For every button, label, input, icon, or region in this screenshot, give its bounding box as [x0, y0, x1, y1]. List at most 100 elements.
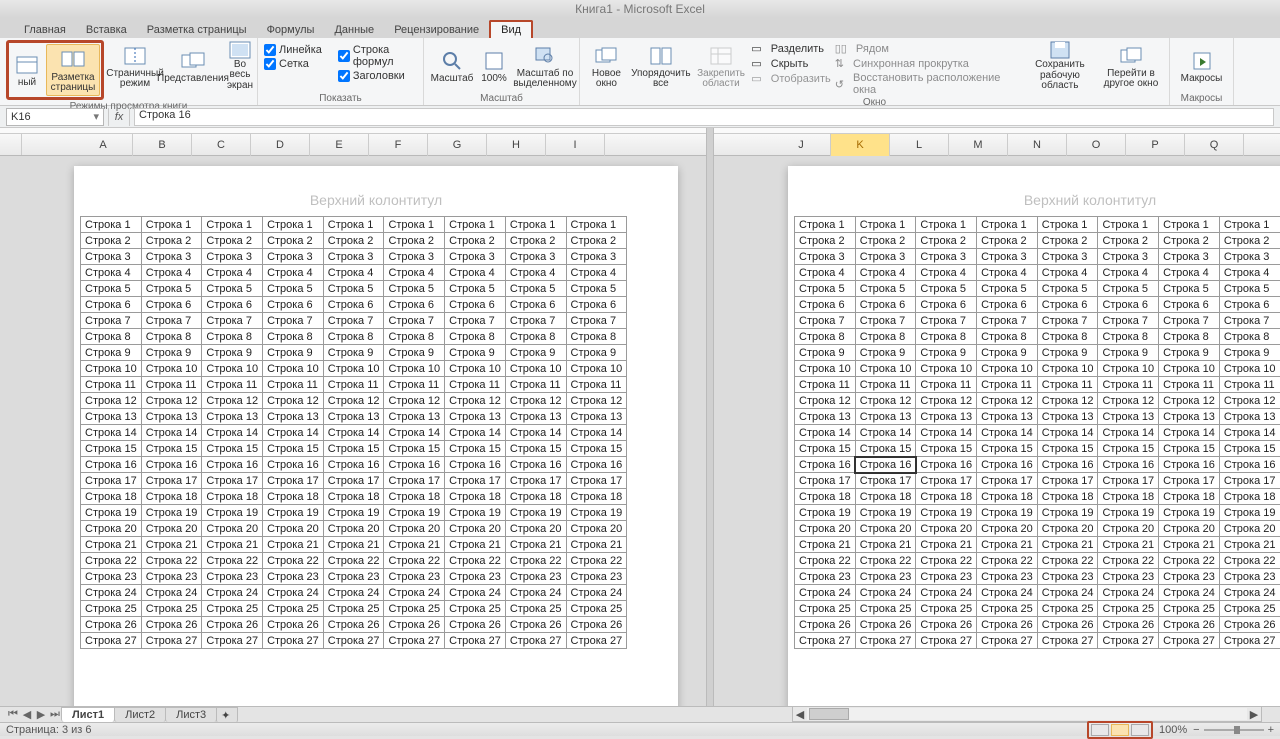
cell[interactable]: Строка 27	[1037, 633, 1098, 649]
cell[interactable]: Строка 5	[1037, 281, 1098, 297]
cell[interactable]: Строка 19	[977, 505, 1038, 521]
cell[interactable]: Строка 2	[263, 233, 324, 249]
cell[interactable]: Строка 20	[505, 521, 566, 537]
cell[interactable]: Строка 27	[916, 633, 977, 649]
cell[interactable]: Строка 12	[505, 393, 566, 409]
cell[interactable]: Строка 13	[1037, 409, 1098, 425]
cell[interactable]: Строка 27	[445, 633, 506, 649]
table-row[interactable]: Строка 8Строка 8Строка 8Строка 8Строка 8…	[795, 329, 1280, 345]
cell[interactable]: Строка 10	[384, 361, 445, 377]
table-row[interactable]: Строка 6Строка 6Строка 6Строка 6Строка 6…	[795, 297, 1280, 313]
scroll-thumb[interactable]	[809, 708, 849, 720]
tab-view[interactable]: Вид	[489, 20, 533, 38]
btn-zoom[interactable]: Масштаб	[430, 40, 474, 92]
cell[interactable]: Строка 26	[81, 617, 142, 633]
cell[interactable]: Строка 27	[566, 633, 627, 649]
col-header-F[interactable]: F	[369, 134, 428, 156]
cell[interactable]: Строка 18	[1219, 489, 1280, 505]
cell[interactable]: Строка 10	[1098, 361, 1159, 377]
cell[interactable]: Строка 20	[323, 521, 384, 537]
btn-zoom-100[interactable]: 100%	[478, 40, 510, 92]
cell[interactable]: Строка 24	[916, 585, 977, 601]
cell[interactable]: Строка 4	[1098, 265, 1159, 281]
cell[interactable]: Строка 22	[566, 553, 627, 569]
view-page-break-btn[interactable]	[1131, 724, 1149, 736]
select-all-corner[interactable]	[0, 134, 22, 155]
cell[interactable]: Строка 2	[323, 233, 384, 249]
cell[interactable]: Строка 16	[916, 457, 977, 473]
cell[interactable]: Строка 1	[1037, 217, 1098, 233]
cell[interactable]: Строка 17	[81, 473, 142, 489]
cell[interactable]: Строка 25	[566, 601, 627, 617]
cell[interactable]: Строка 9	[81, 345, 142, 361]
cell[interactable]: Строка 21	[1159, 537, 1220, 553]
cell[interactable]: Строка 12	[566, 393, 627, 409]
cell[interactable]: Строка 27	[141, 633, 202, 649]
cell[interactable]: Строка 17	[263, 473, 324, 489]
table-row[interactable]: Строка 24Строка 24Строка 24Строка 24Стро…	[81, 585, 627, 601]
cell[interactable]: Строка 25	[81, 601, 142, 617]
table-row[interactable]: Строка 23Строка 23Строка 23Строка 23Стро…	[795, 569, 1280, 585]
cell[interactable]: Строка 9	[1219, 345, 1280, 361]
zoom-in-icon[interactable]: +	[1268, 724, 1274, 736]
col-header-M[interactable]: M	[949, 134, 1008, 156]
cell[interactable]: Строка 19	[795, 505, 856, 521]
cell[interactable]: Строка 24	[263, 585, 324, 601]
cell[interactable]: Строка 24	[795, 585, 856, 601]
cell[interactable]: Строка 8	[566, 329, 627, 345]
data-table-left[interactable]: Строка 1Строка 1Строка 1Строка 1Строка 1…	[80, 216, 627, 649]
cell[interactable]: Строка 9	[795, 345, 856, 361]
cell[interactable]: Строка 3	[855, 249, 916, 265]
table-row[interactable]: Строка 17Строка 17Строка 17Строка 17Стро…	[81, 473, 627, 489]
cell[interactable]: Строка 26	[505, 617, 566, 633]
cell[interactable]: Строка 19	[445, 505, 506, 521]
cell[interactable]: Строка 13	[141, 409, 202, 425]
btn-unhide[interactable]: ▭ Отобразить	[751, 72, 830, 85]
cell[interactable]: Строка 27	[1219, 633, 1280, 649]
dropdown-icon[interactable]: ▾	[93, 110, 99, 123]
cell[interactable]: Строка 24	[566, 585, 627, 601]
cell[interactable]: Строка 7	[202, 313, 263, 329]
cell[interactable]: Строка 11	[916, 377, 977, 393]
cell[interactable]: Строка 21	[323, 537, 384, 553]
cell[interactable]: Строка 16	[795, 457, 856, 473]
cell[interactable]: Строка 16	[263, 457, 324, 473]
tab-formulas[interactable]: Формулы	[257, 22, 325, 38]
cell[interactable]: Строка 1	[81, 217, 142, 233]
formula-input[interactable]: Строка 16	[134, 108, 1274, 126]
cell[interactable]: Строка 11	[81, 377, 142, 393]
cell[interactable]: Строка 10	[202, 361, 263, 377]
cell[interactable]: Строка 13	[795, 409, 856, 425]
cell[interactable]: Строка 22	[916, 553, 977, 569]
cell[interactable]: Строка 2	[505, 233, 566, 249]
cell[interactable]: Строка 21	[1098, 537, 1159, 553]
cell[interactable]: Строка 16	[977, 457, 1038, 473]
cell[interactable]: Строка 8	[855, 329, 916, 345]
chk-grid[interactable]: Сетка	[264, 58, 322, 70]
cell[interactable]: Строка 8	[1037, 329, 1098, 345]
chk-headings[interactable]: Заголовки	[338, 70, 417, 82]
table-row[interactable]: Строка 26Строка 26Строка 26Строка 26Стро…	[81, 617, 627, 633]
cell[interactable]: Строка 24	[977, 585, 1038, 601]
cell[interactable]: Строка 14	[977, 425, 1038, 441]
cell[interactable]: Строка 5	[505, 281, 566, 297]
cell[interactable]: Строка 19	[505, 505, 566, 521]
cell[interactable]: Строка 8	[1159, 329, 1220, 345]
cell[interactable]: Строка 3	[384, 249, 445, 265]
sheet-tab-1[interactable]: Лист1	[61, 707, 115, 722]
cell[interactable]: Строка 1	[1219, 217, 1280, 233]
cell[interactable]: Строка 8	[1098, 329, 1159, 345]
sheet-tab-2[interactable]: Лист2	[114, 707, 166, 722]
cell[interactable]: Строка 17	[1098, 473, 1159, 489]
cell[interactable]: Строка 24	[505, 585, 566, 601]
cell[interactable]: Строка 22	[795, 553, 856, 569]
btn-custom-views[interactable]: Представления	[166, 40, 220, 92]
cell[interactable]: Строка 15	[795, 441, 856, 457]
cell[interactable]: Строка 16	[81, 457, 142, 473]
cell[interactable]: Строка 20	[263, 521, 324, 537]
cell[interactable]: Строка 5	[566, 281, 627, 297]
cell[interactable]: Строка 20	[916, 521, 977, 537]
cell[interactable]: Строка 16	[1159, 457, 1220, 473]
cell[interactable]: Строка 26	[263, 617, 324, 633]
cell[interactable]: Строка 5	[263, 281, 324, 297]
